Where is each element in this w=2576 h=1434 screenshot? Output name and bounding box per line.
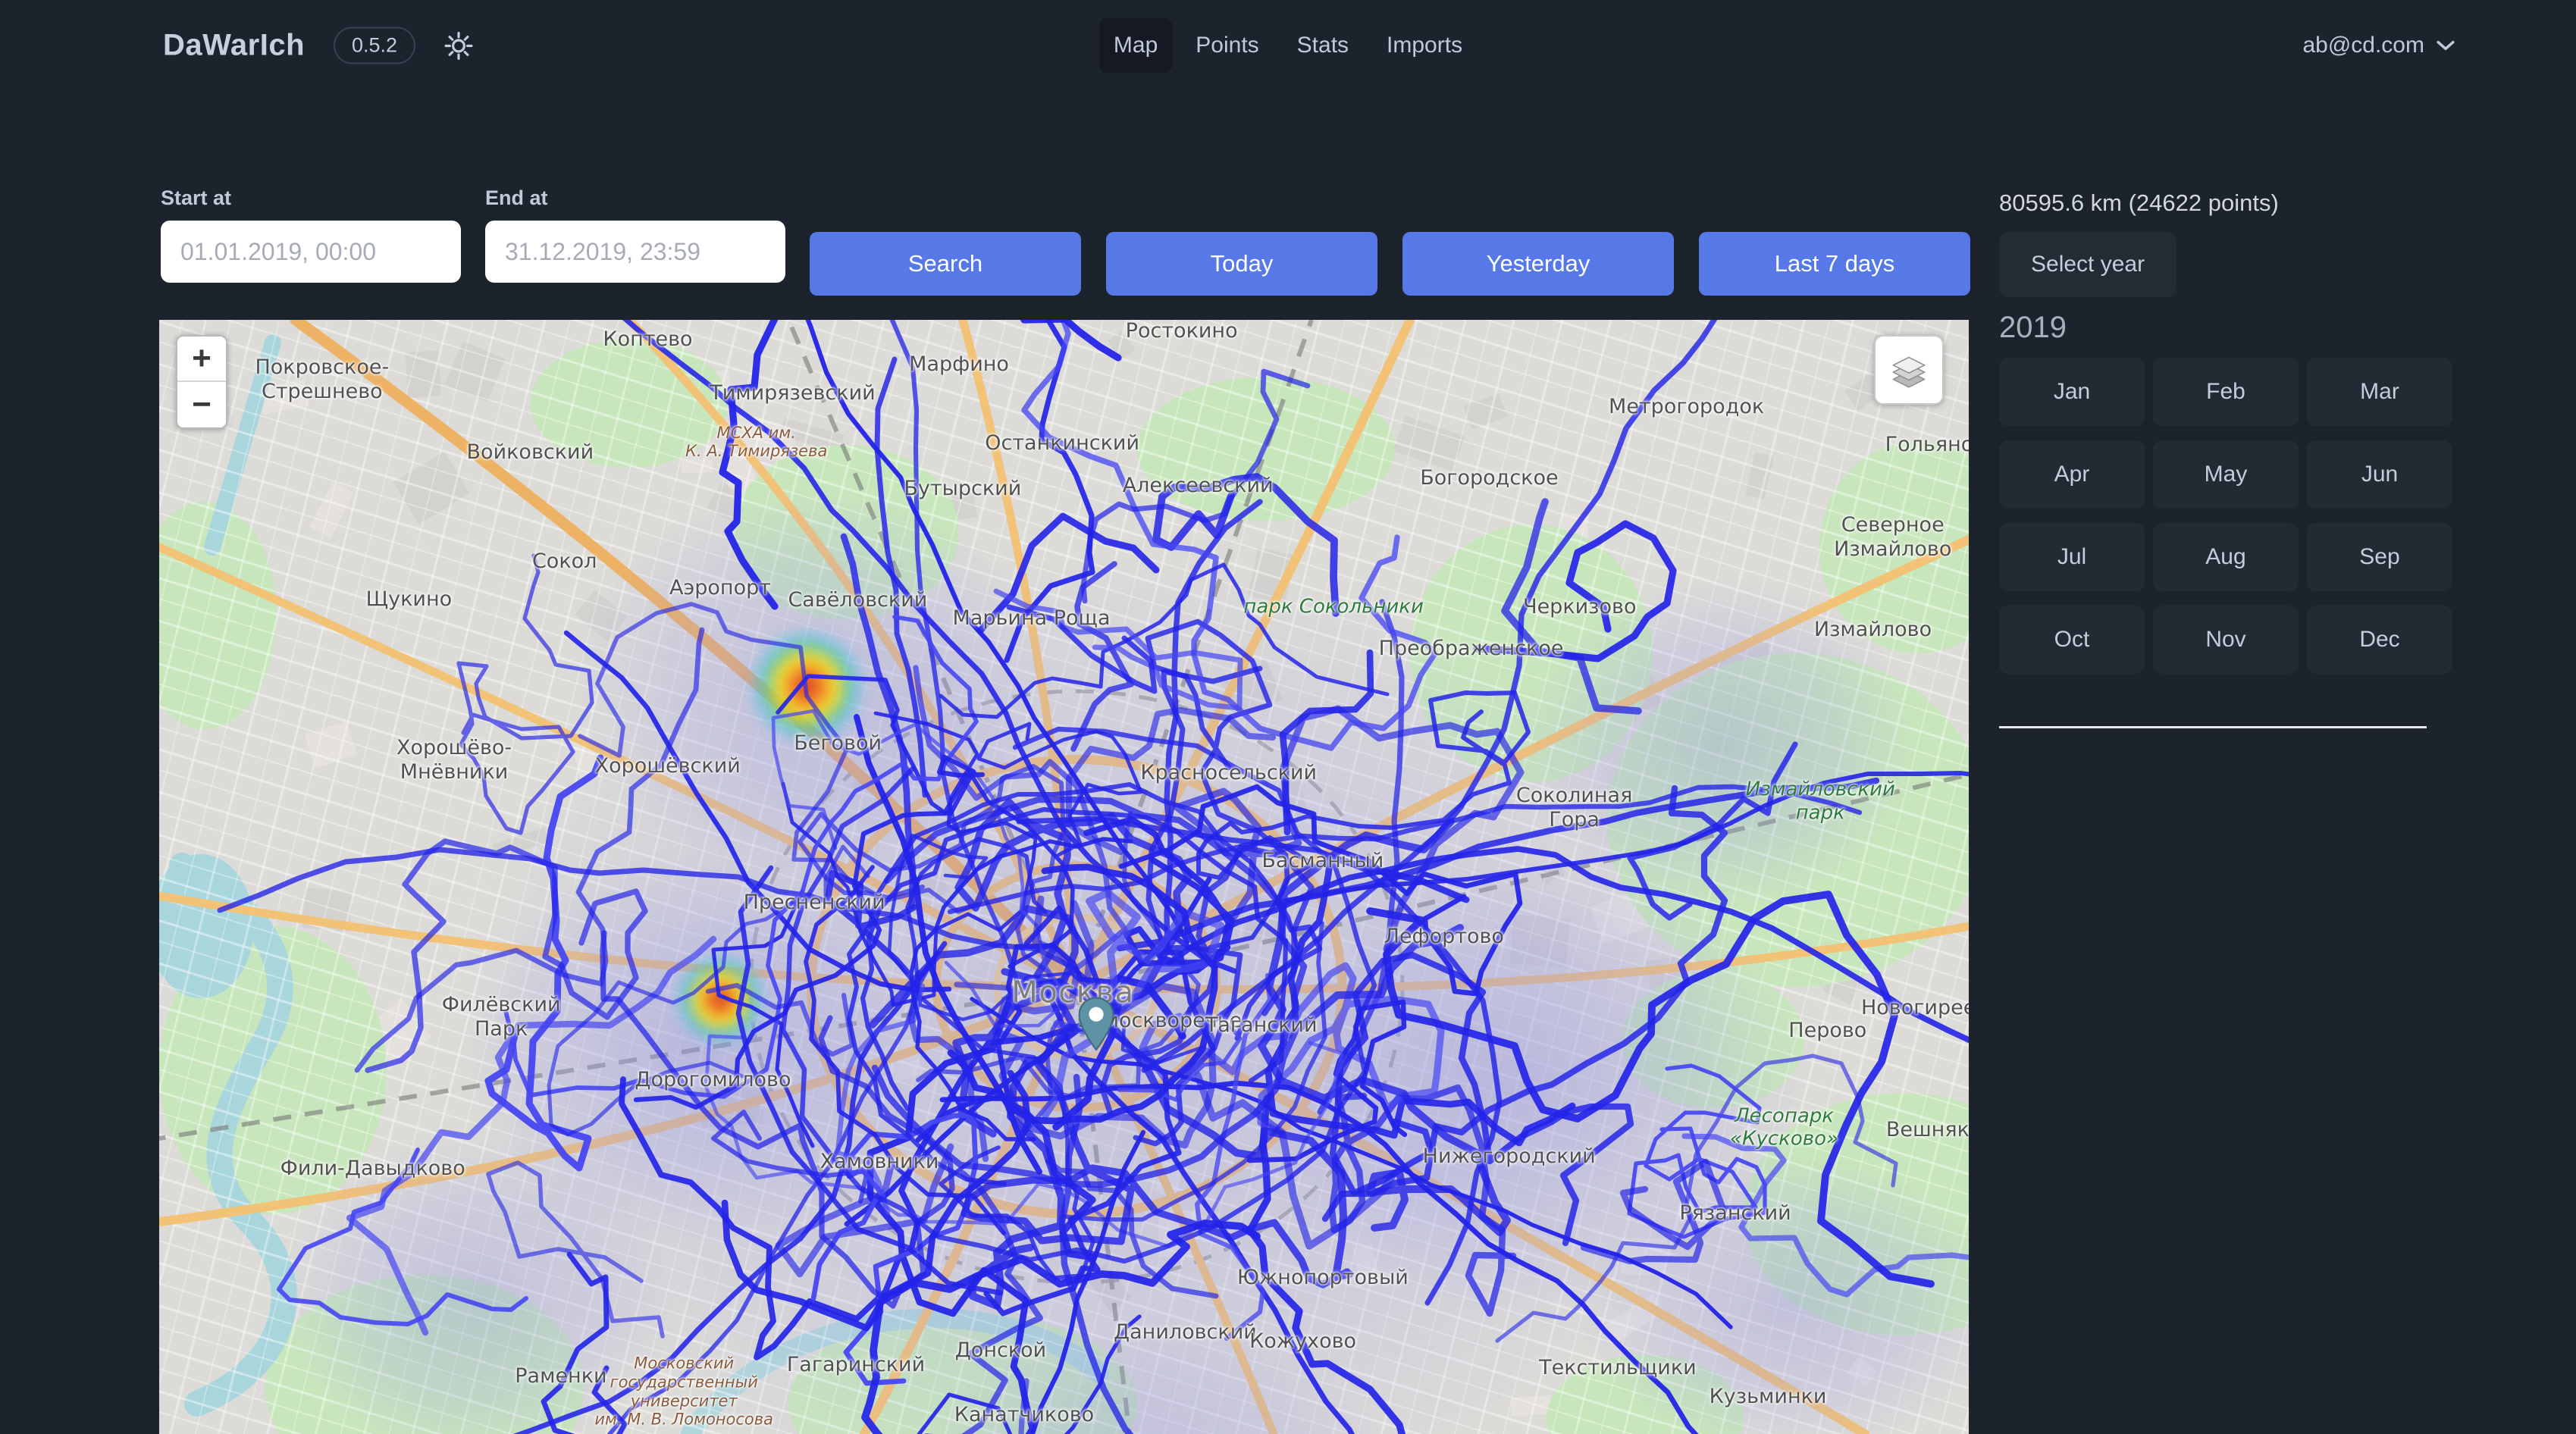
start-at-field: Start at [161,186,461,283]
main-nav: MapPointsStatsImports [1099,18,1477,73]
month-button-jun[interactable]: Jun [2307,440,2452,509]
brand: DaWarIch 0.5.2 [163,27,473,64]
month-button-may[interactable]: May [2153,440,2299,509]
distance-stats: 80595.6 km (24622 points) [1999,189,2279,217]
start-at-label: Start at [161,186,461,210]
start-at-input[interactable] [161,221,461,283]
month-button-mar[interactable]: Mar [2307,358,2452,426]
month-button-aug[interactable]: Aug [2153,523,2299,591]
month-button-apr[interactable]: Apr [1999,440,2145,509]
month-button-jul[interactable]: Jul [1999,523,2145,591]
end-at-input[interactable] [485,221,785,283]
search-button[interactable]: Search [810,232,1081,296]
app-logo[interactable]: DaWarIch [163,29,305,63]
today-button[interactable]: Today [1106,232,1377,296]
select-year-button[interactable]: Select year [1999,232,2176,297]
version-badge: 0.5.2 [334,27,415,64]
month-button-dec[interactable]: Dec [2307,606,2452,674]
map-zoom-control: + − [176,335,227,429]
end-at-label: End at [485,186,785,210]
yesterday-button[interactable]: Yesterday [1402,232,1674,296]
theme-toggle-sun-icon[interactable] [444,31,473,60]
month-button-nov[interactable]: Nov [2153,606,2299,674]
map[interactable]: КоптевоПокровское- СтрешневоТимирязевски… [159,320,1969,1434]
month-button-sep[interactable]: Sep [2307,523,2452,591]
month-grid: JanFebMar AprMayJun JulAugSep OctNovDec [1999,358,2452,674]
zoom-out-button[interactable]: − [177,382,226,427]
tab-stats[interactable]: Stats [1283,18,1363,73]
tab-imports[interactable]: Imports [1372,18,1477,73]
sidebar-divider [1999,726,2427,728]
month-button-jan[interactable]: Jan [1999,358,2145,426]
zoom-in-button[interactable]: + [177,337,226,382]
year-heading: 2019 [1999,311,2067,345]
map-canvas [159,320,1969,1434]
end-at-field: End at [485,186,785,283]
month-button-feb[interactable]: Feb [2153,358,2299,426]
map-layers-control[interactable] [1874,335,1944,405]
tab-points[interactable]: Points [1181,18,1273,73]
layers-icon [1887,348,1931,392]
map-marker[interactable] [1078,997,1114,1055]
last-7-days-button[interactable]: Last 7 days [1699,232,1970,296]
quick-filter-buttons: Search Today Yesterday Last 7 days [810,232,1970,296]
tab-map[interactable]: Map [1099,18,1172,73]
month-button-oct[interactable]: Oct [1999,606,2145,674]
sidebar: 80595.6 km (24622 points) Select year 20… [1999,0,2462,1434]
